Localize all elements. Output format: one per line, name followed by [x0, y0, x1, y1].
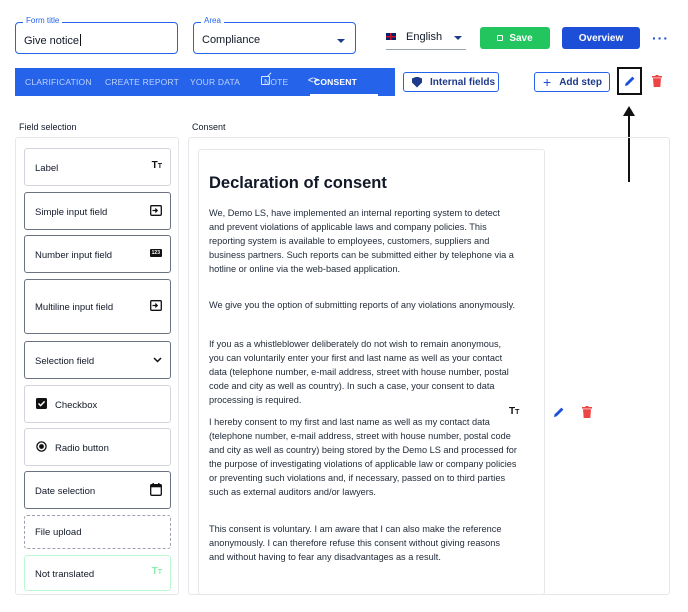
field-item-file-upload[interactable]: File upload: [24, 515, 171, 549]
field-item-multiline-input-text: Multiline input field: [35, 302, 114, 313]
uk-flag-icon: [386, 33, 396, 40]
add-step-label: Add step: [559, 76, 602, 88]
text-size-icon: TT: [151, 566, 162, 577]
field-item-date-text: Date selection: [35, 486, 96, 497]
pencil-icon: [625, 76, 635, 86]
form-title-value: Give notice: [24, 35, 80, 47]
area-label: Area: [201, 16, 224, 25]
field-item-number-input-text: Number input field: [35, 250, 113, 261]
edit-step-button[interactable]: [617, 67, 642, 95]
active-tab-indicator: [310, 94, 378, 96]
input-icon: [150, 300, 162, 311]
field-item-radio-text: Radio button: [55, 443, 109, 454]
save-button-label: Save: [509, 32, 533, 44]
field-item-date[interactable]: Date selection: [24, 471, 171, 509]
text-size-icon: TT: [509, 406, 520, 417]
chevron-down-icon: [454, 36, 462, 40]
save-icon: [497, 35, 504, 41]
plus-icon: +: [543, 74, 552, 90]
tab-clarification[interactable]: CLARIFICATION: [25, 77, 92, 87]
calendar-icon: [150, 483, 162, 496]
chevron-down-icon: [337, 39, 345, 43]
radio-icon: [36, 441, 47, 452]
field-item-not-translated-text: Not translated: [35, 569, 95, 580]
shield-icon: [412, 76, 422, 88]
language-value: English: [406, 31, 443, 43]
tab-your-data[interactable]: YOUR DATA: [190, 77, 240, 87]
consent-paragraph-1: We, Demo LS, have implemented an interna…: [209, 208, 514, 274]
delete-step-icon[interactable]: [652, 75, 662, 87]
field-item-label-text: Label: [35, 163, 59, 174]
field-item-simple-input-text: Simple input field: [35, 207, 108, 218]
internal-fields-label: Internal fields: [430, 76, 496, 88]
language-underline: [386, 49, 466, 50]
tab-create-report[interactable]: CREATE REPORT: [105, 77, 179, 87]
field-item-selection[interactable]: Selection field: [24, 341, 171, 379]
form-title-label: Form title: [23, 16, 63, 25]
field-item-checkbox[interactable]: Checkbox: [24, 385, 171, 423]
tab-note[interactable]: NOTE: [264, 77, 288, 87]
tab-consent[interactable]: CONSENT: [314, 77, 357, 87]
language-select[interactable]: English: [386, 28, 466, 50]
field-item-checkbox-text: Checkbox: [55, 400, 98, 411]
consent-paragraph-4: I hereby consent to my first and last na…: [209, 417, 517, 497]
field-item-not-translated[interactable]: Not translated TT: [24, 555, 171, 591]
field-item-radio[interactable]: Radio button: [24, 428, 171, 466]
field-item-label[interactable]: Label TT: [24, 148, 171, 186]
field-selection-heading: Field selection: [19, 122, 77, 132]
field-item-file-upload-text: File upload: [35, 527, 82, 538]
overview-button[interactable]: Overview: [562, 27, 640, 49]
field-item-multiline-input[interactable]: Multiline input field: [24, 279, 171, 334]
form-title-field[interactable]: Form title Give notice: [15, 16, 178, 54]
step-tabs: CLARIFICATION CREATE REPORT YOUR DATA NO…: [15, 68, 395, 96]
consent-document: Declaration of consent We, Demo LS, have…: [198, 149, 545, 595]
checkbox-icon: [36, 398, 47, 409]
text-cursor: [80, 34, 82, 46]
chevron-down-icon: [153, 357, 162, 363]
field-item-simple-input[interactable]: Simple input field: [24, 192, 171, 230]
input-icon: [150, 205, 162, 216]
area-select[interactable]: Area Compliance: [193, 16, 356, 54]
text-size-icon: TT: [151, 160, 162, 171]
number-icon: 123: [149, 249, 162, 257]
save-button[interactable]: Save: [480, 27, 550, 49]
consent-paragraph-5: This consent is voluntary. I am aware th…: [209, 524, 502, 562]
field-item-selection-text: Selection field: [35, 356, 95, 367]
consent-paragraph-3: If you as a whistleblower deliberately d…: [209, 339, 509, 405]
overview-button-label: Overview: [578, 32, 624, 44]
internal-fields-button[interactable]: Internal fields: [403, 72, 499, 92]
add-step-button[interactable]: + Add step: [534, 72, 610, 92]
consent-paragraph-2: We give you the option of submitting rep…: [209, 300, 516, 310]
edit-consent-pencil-icon[interactable]: [553, 406, 565, 418]
consent-heading-title: Declaration of consent: [209, 174, 387, 192]
area-value: Compliance: [202, 34, 261, 46]
more-options-icon[interactable]: ···: [652, 30, 669, 46]
consent-heading: Consent: [192, 122, 226, 132]
field-item-number-input[interactable]: Number input field 123: [24, 235, 171, 273]
delete-consent-icon[interactable]: [582, 406, 592, 418]
field-selection-panel: Label TT Simple input field Number input…: [15, 137, 179, 595]
